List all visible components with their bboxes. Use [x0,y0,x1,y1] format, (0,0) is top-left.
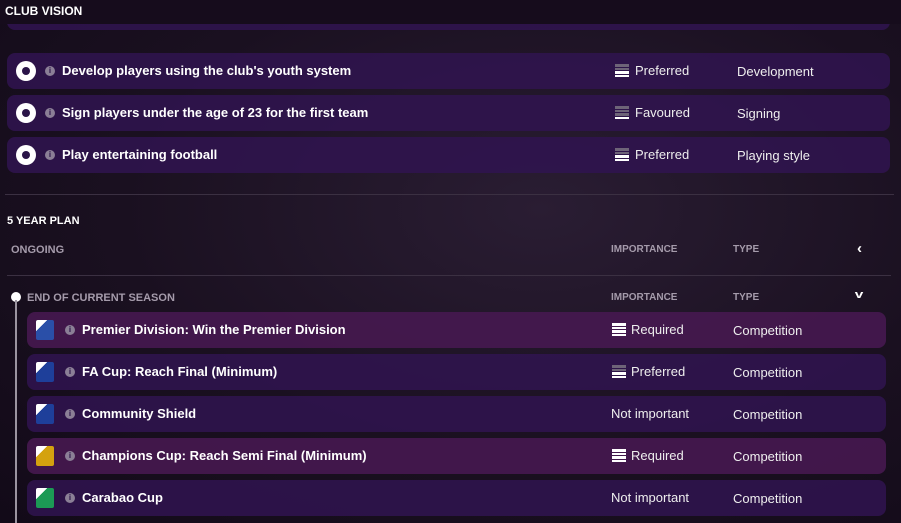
type-value: Competition [733,323,803,338]
football-icon [16,145,36,165]
type-header: TYPE [733,244,760,255]
importance-bars [615,148,629,162]
item-title: Champions Cup: Reach Semi Final (Minimum… [82,448,367,463]
importance-bars [612,449,626,463]
item-title: Carabao Cup [82,490,163,505]
timeline-line [15,300,17,523]
item-title: Premier Division: Win the Premier Divisi… [82,322,346,337]
champions-cup-logo [36,446,54,466]
importance-bars [612,365,626,379]
type-value: Competition [733,365,803,380]
info-icon[interactable]: i [65,325,75,335]
info-icon[interactable]: i [45,66,55,76]
info-icon[interactable]: i [45,150,55,160]
type-value: Competition [733,407,803,422]
item-title: FA Cup: Reach Final (Minimum) [82,364,278,379]
info-icon[interactable]: i [65,493,75,503]
divider [5,194,894,195]
section-title: CLUB VISION [5,4,83,18]
list-item[interactable]: i Premier Division: Win the Premier Divi… [27,312,886,348]
type-value: Playing style [737,148,810,163]
season-label: END OF CURRENT SEASON [27,292,175,304]
item-title: Sign players under the age of 23 for the… [62,105,369,120]
premier-division-logo [36,320,54,340]
item-title: Develop players using the club's youth s… [62,63,352,78]
importance-value: Not important [611,490,690,505]
list-item[interactable]: i Champions Cup: Reach Semi Final (Minim… [27,438,886,474]
importance-bars [615,64,629,78]
importance-header: IMPORTANCE [611,292,678,303]
type-header: TYPE [733,292,760,303]
chevron-down-icon[interactable]: v [855,289,864,301]
fa-cup-logo [36,362,54,382]
list-item[interactable]: i Develop players using the club's youth… [7,53,890,89]
item-title: Community Shield [82,406,197,421]
importance-value: Required [631,448,684,463]
development-icon [16,61,36,81]
importance-value: Not important [611,406,690,421]
divider [7,275,891,276]
info-icon[interactable]: i [45,108,55,118]
info-icon[interactable]: i [65,409,75,419]
importance-bars [612,323,626,337]
importance-value: Required [631,322,684,337]
list-item[interactable]: i FA Cup: Reach Final (Minimum) Preferre… [27,354,886,390]
list-item[interactable]: i Play entertaining football Preferred P… [7,137,890,173]
person-icon [16,103,36,123]
type-value: Development [737,64,814,79]
info-icon[interactable]: i [65,367,75,377]
importance-header: IMPORTANCE [611,244,678,255]
list-item[interactable]: i Sign players under the age of 23 for t… [7,95,890,131]
chevron-left-icon[interactable]: ‹ [857,240,862,257]
ongoing-label: ONGOING [11,244,65,256]
importance-value: Preferred [631,364,686,379]
info-icon[interactable]: i [65,451,75,461]
type-value: Competition [733,449,803,464]
community-shield-logo [36,404,54,424]
importance-value: Preferred [635,147,690,162]
importance-value: Favoured [635,105,690,120]
five-year-plan-title: 5 YEAR PLAN [7,215,80,227]
importance-bars [615,106,629,120]
importance-value: Preferred [635,63,690,78]
type-value: Signing [737,106,781,121]
carabao-cup-logo [36,488,54,508]
list-item[interactable]: i Community Shield Not important Competi… [27,396,886,432]
type-value: Competition [733,491,803,506]
list-item[interactable]: i Carabao Cup Not important Competition [27,480,886,516]
club-vision-header: CLUB VISION [0,0,901,24]
item-title: Play entertaining football [62,147,218,162]
